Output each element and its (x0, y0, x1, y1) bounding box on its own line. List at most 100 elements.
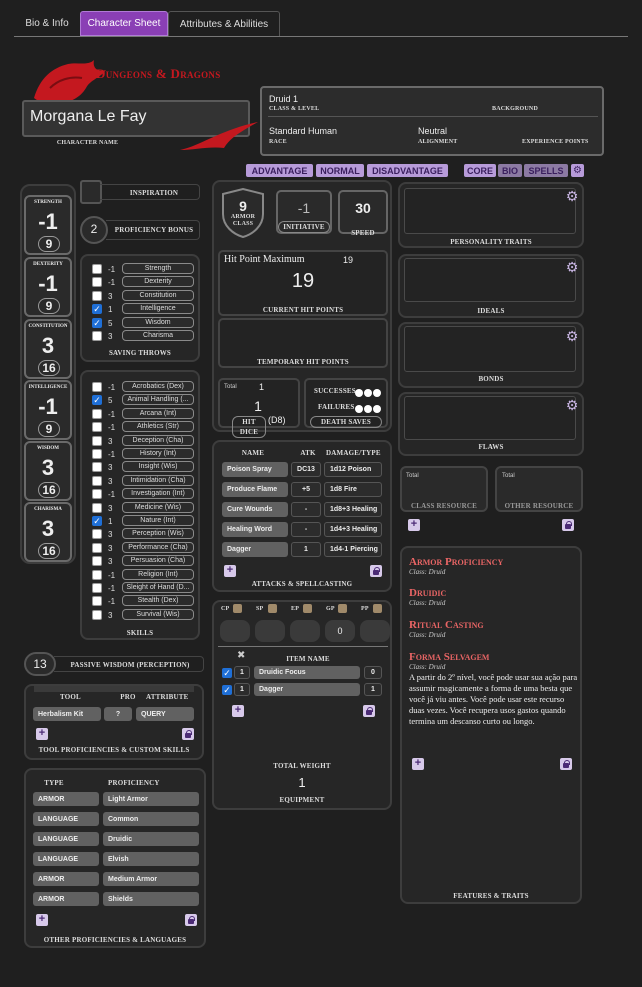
tool-attribute-field[interactable]: QUERY (136, 707, 194, 721)
saving-throw-checkbox[interactable] (92, 277, 102, 288)
tab-attributes-abilities[interactable]: Attributes & Abilities (168, 11, 280, 36)
tab-character-sheet[interactable]: Character Sheet (80, 11, 168, 36)
resource-lock-icon[interactable] (562, 519, 574, 531)
other-prof-name[interactable]: Light Armor (103, 792, 199, 806)
skill-checkbox[interactable] (92, 435, 102, 446)
other-prof-name[interactable]: Medium Armor (103, 872, 199, 886)
equipment-lock-icon[interactable] (363, 705, 375, 717)
attack-bonus[interactable]: - (291, 502, 321, 517)
attack-bonus[interactable]: +5 (291, 482, 321, 497)
constitution-score[interactable]: 16 (38, 360, 60, 376)
skill-name[interactable]: Insight (Wis) (122, 461, 194, 473)
equipment-delete-icon[interactable]: ✖ (237, 650, 245, 661)
skill-checkbox[interactable] (92, 502, 102, 513)
core-toggle[interactable]: CORE (464, 164, 496, 177)
attack-damage[interactable]: 1d12 Poison (324, 462, 382, 477)
attack-damage[interactable]: 1d4-1 Piercing (324, 542, 382, 557)
other-prof-name[interactable]: Elvish (103, 852, 199, 866)
total-weight-value[interactable]: 1 (212, 775, 392, 790)
skill-checkbox[interactable] (92, 422, 102, 433)
attack-name[interactable]: Poison Spray (222, 462, 288, 477)
hit-dice-total-value[interactable]: 1 (259, 382, 264, 392)
skill-name[interactable]: History (Int) (122, 448, 194, 459)
skill-checkbox[interactable] (92, 408, 102, 419)
skill-name[interactable]: Intimidation (Cha) (122, 474, 194, 486)
attacks-lock-icon[interactable] (370, 565, 382, 577)
skill-checkbox[interactable] (92, 569, 102, 580)
attack-name[interactable]: Produce Flame (222, 482, 288, 497)
armor-class-value[interactable]: 9 (220, 198, 266, 214)
skill-name[interactable]: Investigation (Int) (122, 488, 194, 500)
feature-armor-proficiency[interactable]: Armor Proficiency Class: Druid (409, 556, 579, 576)
skill-checkbox[interactable]: ✓ (92, 395, 102, 406)
skill-checkbox[interactable] (92, 449, 102, 459)
other-prof-type[interactable]: ARMOR (33, 892, 99, 906)
saving-throw-checkbox[interactable]: ✓ (92, 304, 102, 315)
attack-damage[interactable]: 1d8+3 Healing (324, 502, 382, 517)
attack-bonus[interactable]: - (291, 522, 321, 537)
skill-checkbox[interactable] (92, 609, 102, 620)
saving-throw-checkbox[interactable] (92, 290, 102, 301)
skill-name[interactable]: Athletics (Str) (122, 421, 194, 433)
skill-name[interactable]: Perception (Wis) (122, 528, 194, 540)
hit-dice-value[interactable]: 1 (218, 398, 298, 414)
intelligence-score[interactable]: 9 (38, 421, 60, 437)
tool-add-button[interactable]: + (36, 728, 48, 740)
equipment-item-checkbox[interactable]: ✓ (222, 685, 232, 695)
bonds-gear-icon[interactable]: ⚙ (565, 330, 579, 344)
saving-throw-name[interactable]: Strength (122, 263, 194, 274)
other-prof-name[interactable]: Druidic (103, 832, 199, 846)
race-field[interactable]: Standard Human (269, 126, 337, 136)
other-prof-type[interactable]: LANGUAGE (33, 852, 99, 866)
skill-checkbox[interactable] (92, 542, 102, 553)
features-lock-icon[interactable] (560, 758, 572, 770)
hp-max-value[interactable]: 19 (343, 255, 353, 265)
spells-toggle[interactable]: SPELLS (524, 164, 568, 177)
wisdom-score[interactable]: 16 (38, 482, 60, 498)
other-prof-name[interactable]: Shields (103, 892, 199, 906)
skill-name[interactable]: Acrobatics (Dex) (122, 381, 194, 392)
skill-name[interactable]: Stealth (Dex) (122, 595, 194, 607)
skill-name[interactable]: Arcana (Int) (122, 407, 194, 419)
other-prof-type[interactable]: ARMOR (33, 872, 99, 886)
coin-value-field[interactable] (220, 620, 250, 642)
saving-throw-name[interactable]: Wisdom (122, 316, 194, 328)
initiative-label[interactable]: INITIATIVE (278, 221, 330, 233)
flaws-textarea[interactable] (404, 396, 576, 440)
bio-toggle[interactable]: BIO (498, 164, 522, 177)
ideals-textarea[interactable] (404, 258, 576, 302)
equipment-item-name[interactable]: Dagger (254, 683, 360, 696)
charisma-score[interactable]: 16 (38, 543, 60, 559)
coin-value-field[interactable] (255, 620, 285, 642)
skill-name[interactable]: Deception (Cha) (122, 434, 194, 446)
advantage-toggle[interactable]: ADVANTAGE (246, 164, 313, 177)
equipment-item-qty[interactable]: 1 (234, 683, 250, 696)
feature-ritual-casting[interactable]: Ritual Casting Class: Druid (409, 619, 579, 639)
tool-name-field[interactable]: Herbalism Kit (33, 707, 101, 721)
equipment-item-checkbox[interactable]: ✓ (222, 668, 232, 678)
attack-name[interactable]: Healing Word (222, 522, 288, 537)
disadvantage-toggle[interactable]: DISADVANTAGE (367, 164, 448, 177)
skill-checkbox[interactable] (92, 489, 102, 500)
equipment-add-button[interactable]: + (232, 705, 244, 717)
saving-throw-checkbox[interactable] (92, 264, 102, 274)
equipment-item-name[interactable]: Druidic Focus (254, 666, 360, 679)
equipment-item-weight[interactable]: 0 (364, 666, 382, 679)
skill-checkbox[interactable] (92, 556, 102, 567)
skill-checkbox[interactable]: ✓ (92, 516, 102, 526)
hp-current-value[interactable]: 19 (218, 270, 388, 293)
other-prof-add-button[interactable]: + (36, 914, 48, 926)
skill-checkbox[interactable] (92, 462, 102, 473)
skill-name[interactable]: Performance (Cha) (122, 541, 194, 553)
skill-name[interactable]: Persuasion (Cha) (122, 555, 194, 567)
skill-name[interactable]: Survival (Wis) (122, 608, 194, 620)
skill-checkbox[interactable] (92, 382, 102, 392)
inspiration-box[interactable] (80, 180, 102, 204)
bonds-textarea[interactable] (404, 326, 576, 372)
attack-bonus[interactable]: DC13 (291, 462, 321, 477)
attack-name[interactable]: Dagger (222, 542, 288, 557)
skill-checkbox[interactable] (92, 596, 102, 607)
attack-bonus[interactable]: 1 (291, 542, 321, 557)
resource-add-button[interactable]: + (408, 519, 420, 531)
coin-value-field[interactable] (290, 620, 320, 642)
